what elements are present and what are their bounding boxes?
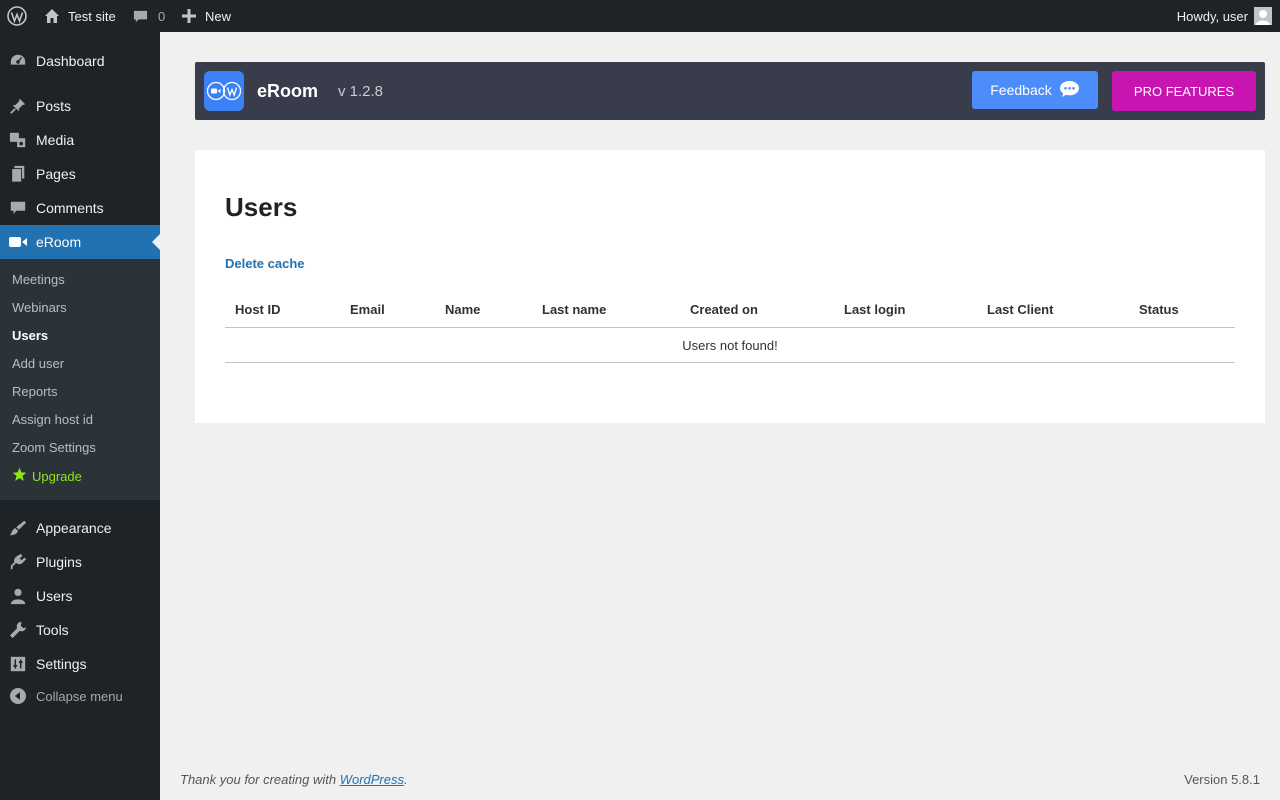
- pin-icon: [0, 97, 36, 115]
- sidebar-item-comments[interactable]: Comments: [0, 191, 160, 225]
- page-title: Users: [225, 192, 298, 222]
- sidebar-item-users[interactable]: Users: [0, 579, 160, 613]
- sidebar-item-label: Settings: [36, 656, 87, 672]
- sidebar-item-eroom[interactable]: eRoom: [0, 225, 160, 259]
- star-icon: [12, 467, 27, 485]
- dashboard-icon: [0, 52, 36, 70]
- chat-bubble-icon: [1059, 80, 1080, 101]
- plugin-version: v 1.2.8: [338, 83, 384, 100]
- collapse-menu-button[interactable]: Collapse menu: [0, 681, 160, 711]
- table-empty-row: Users not found!: [225, 328, 1235, 363]
- new-label: New: [205, 8, 232, 24]
- collapse-menu-label: Collapse menu: [36, 688, 123, 704]
- sidebar-item-label: Plugins: [36, 554, 82, 570]
- comment-icon: [0, 199, 36, 217]
- paintbrush-icon: [0, 519, 36, 537]
- upgrade-label: Upgrade: [32, 468, 82, 484]
- sidebar-item-label: Comments: [36, 200, 104, 216]
- wrench-icon: [0, 621, 36, 639]
- submenu-item-zoom-settings[interactable]: Zoom Settings: [12, 440, 96, 455]
- sidebar-item-label: Tools: [36, 622, 69, 638]
- submenu-item-users[interactable]: Users: [12, 328, 48, 343]
- submenu-item-assign-host-id[interactable]: Assign host id: [12, 412, 93, 427]
- footer-credit-prefix: Thank you for creating with: [180, 772, 340, 787]
- plugin-header: eRoom v 1.2.8 Feedback PRO FEATURES: [195, 62, 1265, 120]
- account-menu[interactable]: Howdy, user: [1177, 0, 1272, 32]
- comments-link[interactable]: 0: [133, 0, 165, 32]
- sidebar-item-plugins[interactable]: Plugins: [0, 545, 160, 579]
- footer-version: Version 5.8.1: [1184, 772, 1260, 787]
- column-header-status[interactable]: Status: [1139, 302, 1179, 317]
- submenu-item-reports[interactable]: Reports: [12, 384, 58, 399]
- column-header-last-client[interactable]: Last Client: [987, 302, 1053, 317]
- column-header-name[interactable]: Name: [445, 302, 480, 317]
- sidebar-item-media[interactable]: Media: [0, 123, 160, 157]
- plugin-brand-name: eRoom: [257, 81, 319, 101]
- pages-icon: [0, 165, 36, 183]
- sidebar-item-label: Posts: [36, 98, 72, 114]
- users-panel: Users Delete cache Host ID Email Name La…: [195, 150, 1265, 423]
- empty-message: Users not found!: [682, 337, 778, 353]
- footer-credit: Thank you for creating with WordPress.: [180, 772, 408, 787]
- sidebar-item-label: Appearance: [36, 520, 112, 536]
- column-header-last-login[interactable]: Last login: [844, 302, 905, 317]
- delete-cache-link[interactable]: Delete cache: [225, 256, 305, 271]
- submenu-item-add-user[interactable]: Add user: [12, 356, 64, 371]
- comments-count: 0: [158, 8, 166, 24]
- sidebar-item-tools[interactable]: Tools: [0, 613, 160, 647]
- column-header-email[interactable]: Email: [350, 302, 385, 317]
- new-content-link[interactable]: New: [182, 0, 231, 32]
- admin-bar: Test site 0 New Howdy, user: [0, 0, 1280, 32]
- table-header-row: Host ID Email Name Last name Created on …: [225, 292, 1235, 328]
- sidebar-item-label: eRoom: [36, 234, 82, 250]
- feedback-button[interactable]: Feedback: [972, 71, 1098, 109]
- site-name-link[interactable]: Test site: [44, 0, 116, 32]
- media-icon: [0, 131, 36, 149]
- column-header-host-id[interactable]: Host ID: [235, 302, 281, 317]
- sidebar-item-settings[interactable]: Settings: [0, 647, 160, 681]
- plugin-icon: [0, 553, 36, 571]
- sidebar-item-label: Users: [36, 588, 73, 604]
- collapse-arrow-icon: [0, 688, 36, 704]
- sidebar-item-label: Media: [36, 132, 75, 148]
- sidebar-item-pages[interactable]: Pages: [0, 157, 160, 191]
- video-camera-icon: [0, 235, 36, 249]
- wordpress-logo-icon[interactable]: [7, 0, 27, 32]
- comment-icon: [133, 9, 148, 24]
- footer-credit-suffix: .: [404, 772, 408, 787]
- column-header-created-on[interactable]: Created on: [690, 302, 758, 317]
- column-header-last-name[interactable]: Last name: [542, 302, 606, 317]
- pro-features-button[interactable]: PRO FEATURES: [1112, 71, 1256, 111]
- sidebar-item-label: Pages: [36, 166, 76, 182]
- submenu-item-webinars[interactable]: Webinars: [12, 300, 67, 315]
- submenu-item-meetings[interactable]: Meetings: [12, 272, 65, 287]
- user-icon: [0, 587, 36, 605]
- sidebar-item-dashboard[interactable]: Dashboard: [0, 44, 160, 78]
- sidebar-item-posts[interactable]: Posts: [0, 89, 160, 123]
- plus-icon: [182, 9, 196, 23]
- feedback-label: Feedback: [990, 82, 1052, 98]
- eroom-submenu: Meetings Webinars Users Add user Reports…: [0, 259, 160, 500]
- users-table: Host ID Email Name Last name Created on …: [225, 292, 1235, 363]
- site-name-label: Test site: [68, 8, 116, 24]
- howdy-label: Howdy, user: [1176, 8, 1248, 24]
- sidebar-item-appearance[interactable]: Appearance: [0, 511, 160, 545]
- sliders-icon: [0, 655, 36, 673]
- wordpress-link[interactable]: WordPress: [340, 772, 404, 787]
- submenu-item-upgrade[interactable]: Upgrade: [12, 467, 82, 485]
- avatar: [1254, 7, 1272, 25]
- eroom-logo-icon: [204, 71, 244, 111]
- home-icon: [44, 8, 60, 24]
- sidebar-item-label: Dashboard: [36, 53, 105, 69]
- admin-sidebar: Dashboard Posts Media Pages Comments eRo…: [0, 32, 160, 800]
